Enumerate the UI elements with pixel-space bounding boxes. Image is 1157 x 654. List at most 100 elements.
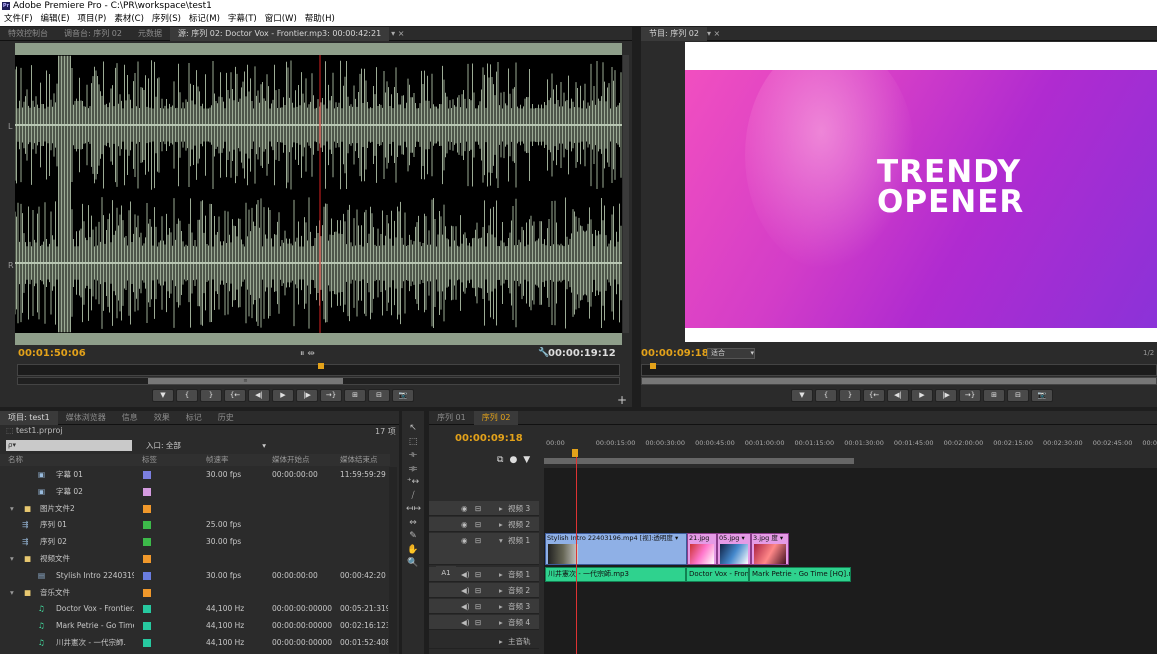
project-list-item[interactable]: ⇶ 序列 02 30.00 fps [0,534,390,550]
program-timecode[interactable]: 00:00:09:18 [641,348,709,359]
program-step-back-button[interactable]: ◀| [887,389,909,402]
go-to-out-button[interactable]: →} [320,389,342,402]
lock-icon[interactable]: ⊟ [475,615,481,631]
tab-dropdown-icon[interactable]: ▾ × [391,29,404,38]
source-playhead-marker[interactable] [318,363,324,369]
tab-info[interactable]: 信息 [114,411,146,425]
clip-audio-mark-petrie[interactable]: Mark Petrie - Go Time [HQ].n [749,567,851,582]
source-wrench-icon[interactable]: 🔧 [538,348,549,358]
label-color-swatch[interactable] [143,639,151,647]
clip-audio-kawai[interactable]: 川井憲次 - 一代宗師.mp3 [545,567,686,582]
bin-expand-icon[interactable]: ▾ [10,501,14,517]
program-scale[interactable]: 1/2 [1143,349,1154,357]
menu-help[interactable]: 帮助(H) [301,12,339,26]
menu-title[interactable]: 字幕(T) [224,12,261,26]
tab-markers[interactable]: 标记 [178,411,210,425]
label-color-swatch[interactable] [143,555,151,563]
track-select-tool-icon[interactable]: ⬚ [406,435,420,449]
tab-audio-mixer[interactable]: 调音台: 序列 02 [56,27,130,41]
column-media-end[interactable]: 媒体结束点 [340,454,378,466]
insert-button[interactable]: ⊞ [344,389,366,402]
tab-sequence-01[interactable]: 序列 01 [429,411,474,425]
project-entry-select[interactable]: 入口: 全部 ▾ [146,440,266,451]
a1-source-label[interactable]: A1 [436,566,456,580]
label-color-swatch[interactable] [143,538,151,547]
tab-effect-controls[interactable]: 特效控制台 [0,27,56,41]
lock-icon[interactable]: ⊟ [475,517,481,533]
track-header[interactable]: ◀) ⊟ ▸ 音频 2 [429,583,539,598]
source-add-button[interactable]: + [617,393,627,407]
slip-tool-icon[interactable]: ↤↦ [406,502,421,516]
project-list-item[interactable]: ♫ Doctor Vox - Frontier.n 44,100 Hz 00:00:0… [0,601,390,617]
clip-audio-doctor-vox[interactable]: Doctor Vox - Fron [686,567,749,582]
lock-icon[interactable]: ⊟ [475,501,481,517]
snap-icon[interactable]: ⧉ [497,455,503,465]
clip-3-jpg[interactable]: 3.jpg 度 ▾ [751,533,789,565]
program-go-to-out-button[interactable]: →} [959,389,981,402]
clip-stylish-intro[interactable]: Stylish Intro 22403196.mp4 [视]:透明度 ▾ [545,533,687,565]
source-time-ruler[interactable] [17,363,620,376]
program-playhead-marker[interactable] [650,363,656,369]
menu-file[interactable]: 文件(F) [0,12,37,26]
menu-marker[interactable]: 标记(M) [185,12,224,26]
speaker-icon[interactable]: ◀) [461,615,470,631]
column-name[interactable]: 名称 [8,454,23,466]
work-area-bar[interactable] [544,458,854,464]
timeline-playhead-line[interactable] [576,457,577,654]
tab-program[interactable]: 节目: 序列 02 [641,26,707,41]
slide-tool-icon[interactable]: ⇔ [406,516,420,530]
project-list-item[interactable]: ▣ 字幕 01 30.00 fps 00:00:00:00 11:59:59:29 [0,467,390,483]
track-header[interactable]: ▸ 主音轨 [429,634,539,649]
program-time-ruler[interactable] [641,363,1157,376]
tab-metadata[interactable]: 元数据 [130,27,170,41]
track-header[interactable]: ◉ ⊟ ▾ 视频 1 [429,533,539,565]
menu-sequence[interactable]: 序列(S) [148,12,185,26]
speaker-icon[interactable]: ◀) [461,567,470,583]
source-current-timecode[interactable]: 00:01:50:06 [18,348,86,359]
go-to-in-button[interactable]: {← [224,389,246,402]
bin-expand-icon[interactable]: ▾ [10,585,14,601]
source-mid-icons[interactable]: ⏸ ⇹ [300,349,315,359]
add-marker-icon[interactable]: ▼ [523,455,530,465]
tab-history[interactable]: 历史 [210,411,242,425]
program-step-forward-button[interactable]: |▶ [935,389,957,402]
clip-05-jpg[interactable]: 05.jpg ▾ [717,533,751,565]
rate-stretch-tool-icon[interactable]: ⁺↔ [406,475,420,489]
track-header[interactable]: ◉ ⊟ ▸ 视频 2 [429,517,539,532]
program-export-frame-button[interactable]: 📷 [1031,389,1053,402]
program-mark-out-button[interactable]: } [839,389,861,402]
project-list-item[interactable]: ⇶ 序列 01 25.00 fps [0,517,390,533]
tab-source[interactable]: 源: 序列 02: Doctor Vox - Frontier.mp3: 00:… [169,26,390,41]
program-go-to-in-button[interactable]: {← [863,389,885,402]
menu-clip[interactable]: 素材(C) [110,12,148,26]
mark-out-button[interactable]: } [200,389,222,402]
marker-icon[interactable]: ● [509,455,517,465]
timeline-timecode[interactable]: 00:00:09:18 [455,433,523,444]
pen-tool-icon[interactable]: ✎ [406,529,420,543]
timeline-ruler[interactable]: 00:00 00:00:15:00 00:00:30:00 00:00:45:00 00… [544,437,1157,467]
track-expand-icon[interactable]: ▸ [499,634,503,650]
bin-expand-icon[interactable]: ▾ [10,551,14,567]
label-color-swatch[interactable] [143,605,151,614]
waveform-scrollbar[interactable] [623,55,629,333]
lock-icon[interactable]: ⊟ [475,533,481,549]
source-zoom-bar[interactable]: ≡ [17,377,620,385]
program-zoom-bar[interactable] [641,377,1157,385]
track-header[interactable]: ◀) ⊟ ▸ 音频 3 [429,599,539,614]
project-list-item[interactable]: ▾ ■ 图片文件2 [0,501,390,517]
column-fps[interactable]: 帧速率 [206,454,229,466]
track-expand-icon[interactable]: ▸ [499,501,503,517]
label-color-swatch[interactable] [143,471,151,479]
menu-project[interactable]: 项目(P) [74,12,111,26]
lift-button[interactable]: ⊞ [983,389,1005,402]
label-color-swatch[interactable] [143,571,151,580]
track-expand-icon[interactable]: ▸ [499,567,503,583]
zoom-tool-icon[interactable]: 🔍 [406,556,420,570]
program-tab-dropdown-icon[interactable]: ▾ × [707,29,720,38]
lock-icon[interactable]: ⊟ [475,599,481,615]
menu-window[interactable]: 窗口(W) [261,12,301,26]
hand-tool-icon[interactable]: ✋ [406,543,420,557]
ripple-edit-tool-icon[interactable]: ⟛ [406,448,420,462]
track-expand-icon[interactable]: ▸ [499,583,503,599]
track-expand-icon[interactable]: ▾ [499,533,503,549]
